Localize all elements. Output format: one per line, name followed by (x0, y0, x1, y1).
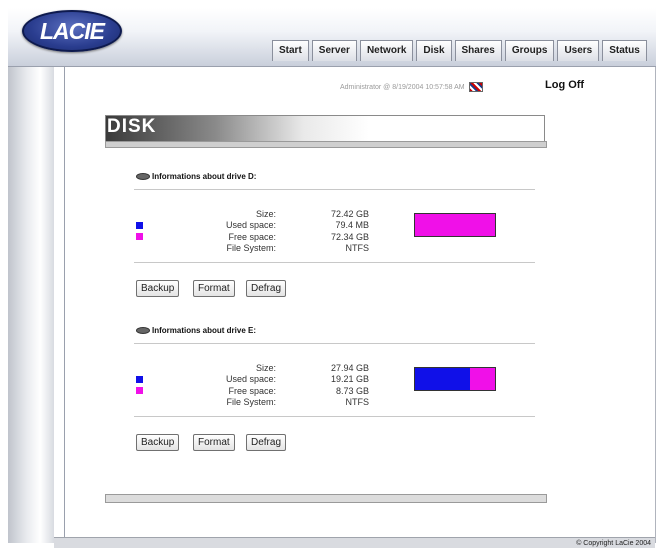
tab-status[interactable]: Status (602, 40, 647, 61)
divider (134, 262, 535, 263)
tab-disk[interactable]: Disk (416, 40, 452, 61)
page-title: DISK (107, 116, 157, 137)
content-bottom-bar (105, 494, 547, 503)
logoff-link[interactable]: Log Off (545, 79, 584, 91)
drive-d-usage-bar (414, 213, 496, 237)
drive-d-header: Informations about drive D: (136, 172, 256, 181)
drive-e-size: 27.94 GB (330, 363, 369, 373)
drive-d-used: 79.4 MB (335, 220, 369, 230)
drive-d-size: 72.42 GB (330, 209, 369, 219)
fs-label: File System: (226, 397, 276, 407)
drive-e-header-text: Informations about drive E: (152, 326, 257, 335)
drive-icon (136, 327, 150, 335)
used-legend-swatch (136, 222, 143, 229)
free-label: Free space: (228, 386, 276, 396)
used-legend-swatch (136, 376, 143, 383)
right-divider (655, 67, 656, 543)
uk-flag-icon (468, 82, 483, 92)
free-label: Free space: (228, 232, 276, 242)
tab-server[interactable]: Server (311, 40, 357, 61)
main-tabs: Start Server Network Disk Shares Groups … (272, 40, 650, 61)
used-label: Used space: (225, 374, 276, 384)
footer-bar (54, 537, 655, 548)
fs-label: File System: (226, 243, 276, 253)
drive-e-backup-button[interactable]: Backup (136, 434, 180, 451)
admin-status-text: Administrator @ 8/19/2004 10:57:58 AM (340, 83, 465, 91)
size-label: Size: (255, 363, 276, 373)
drive-icon (136, 173, 150, 181)
drive-e-usage-bar (414, 367, 496, 391)
tab-groups[interactable]: Groups (504, 40, 555, 61)
used-label: Used space: (225, 220, 276, 230)
drive-d-fs: NTFS (345, 243, 370, 253)
divider (134, 416, 535, 417)
drive-e-header: Informations about drive E: (136, 326, 256, 335)
drive-e-format-button[interactable]: Format (193, 434, 235, 451)
drive-d-backup-button[interactable]: Backup (136, 280, 180, 297)
left-decorative-bar (8, 67, 54, 543)
tab-shares[interactable]: Shares (454, 40, 502, 61)
drive-d-defrag-button[interactable]: Defrag (246, 280, 287, 297)
copyright-text: © Copyright LaCie 2004 (576, 540, 651, 547)
lacie-logo: LACIE (22, 10, 122, 52)
size-label: Size: (255, 209, 276, 219)
drive-e-fs: NTFS (345, 397, 370, 407)
free-legend-swatch (136, 387, 143, 394)
drive-e-free-segment (470, 368, 495, 390)
page-title-banner-shadow (105, 141, 547, 148)
drive-e-used: 19.21 GB (330, 374, 369, 384)
divider (134, 343, 535, 344)
drive-e-defrag-button[interactable]: Defrag (246, 434, 287, 451)
free-legend-swatch (136, 233, 143, 240)
page-title-banner (105, 115, 545, 143)
drive-d-header-text: Informations about drive D: (152, 172, 257, 181)
drive-d-free-segment (415, 214, 495, 236)
admin-status: Administrator @ 8/19/2004 10:57:58 AM (340, 82, 483, 92)
drive-e-free: 8.73 GB (335, 386, 369, 396)
drive-d-free: 72.34 GB (330, 232, 369, 242)
tab-start[interactable]: Start (272, 40, 309, 61)
drive-d-format-button[interactable]: Format (193, 280, 235, 297)
drive-e-used-segment (415, 368, 471, 390)
divider (134, 189, 535, 190)
left-divider (64, 67, 65, 537)
tab-network[interactable]: Network (359, 40, 414, 61)
tab-users[interactable]: Users (557, 40, 600, 61)
